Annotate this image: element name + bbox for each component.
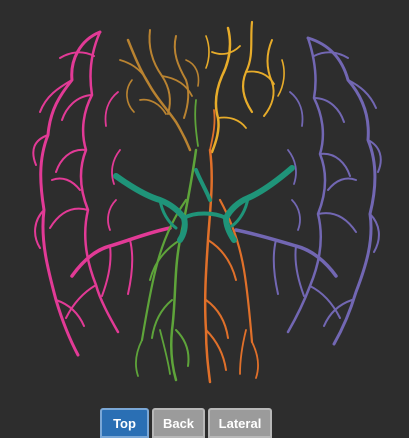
circle-of-willis bbox=[113, 165, 295, 243]
right-anterior-vessels bbox=[205, 20, 285, 154]
left-anterior-vessels bbox=[119, 29, 200, 152]
left-posterior-vessels bbox=[135, 99, 199, 382]
vessel-viewer[interactable]: Top Back Lateral bbox=[0, 0, 409, 438]
vessel-render-canvas[interactable] bbox=[0, 0, 409, 400]
